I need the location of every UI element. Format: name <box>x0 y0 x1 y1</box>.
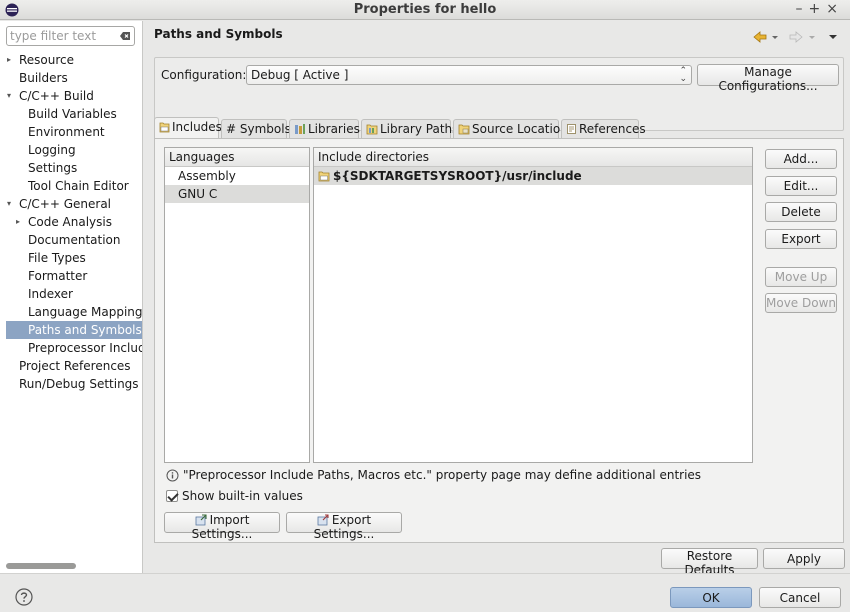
delete-button[interactable]: Delete <box>765 202 837 222</box>
help-icon[interactable] <box>15 588 33 606</box>
expand-arrow-icon[interactable]: ▸ <box>16 213 20 231</box>
tree-item-indexer[interactable]: Indexer <box>0 285 142 303</box>
collapse-arrow-icon[interactable]: ▾ <box>7 195 11 213</box>
tree-item-builders[interactable]: Builders <box>0 69 142 87</box>
include-directories-header: Include directories <box>314 148 752 167</box>
manage-configurations-button[interactable]: Manage Configurations... <box>697 64 839 93</box>
cancel-button[interactable]: Cancel <box>759 587 841 608</box>
libraries-icon <box>295 124 305 134</box>
title-bar: Properties for hello –+× <box>0 0 850 20</box>
tree-item-preprocessor-include[interactable]: Preprocessor Include <box>0 339 142 357</box>
tree-item-build-variables[interactable]: Build Variables <box>0 105 142 123</box>
close-icon[interactable]: × <box>826 1 844 17</box>
show-builtin-checkbox-row[interactable]: Show built-in values <box>166 489 303 503</box>
tab-library-paths[interactable]: Library Paths <box>361 119 458 139</box>
show-builtin-label: Show built-in values <box>182 489 303 503</box>
tree-item-documentation[interactable]: Documentation <box>0 231 142 249</box>
include-directories-list[interactable]: Include directories ${SDKTARGETSYSROOT}/… <box>313 147 753 463</box>
history-nav <box>753 31 837 43</box>
tree-item-tool-chain-editor[interactable]: Tool Chain Editor <box>0 177 142 195</box>
tree-item-project-references[interactable]: Project References <box>0 357 142 375</box>
apply-button[interactable]: Apply <box>763 548 845 569</box>
languages-header: Languages <box>165 148 309 167</box>
maximize-icon[interactable]: + <box>809 1 827 17</box>
back-menu-chevron-icon[interactable] <box>772 36 778 39</box>
window-title: Properties for hello <box>353 2 497 17</box>
dialog-button-bar: OK Cancel <box>0 573 850 612</box>
edit-button[interactable]: Edit... <box>765 176 837 196</box>
tree-item-cpp-build[interactable]: ▾ C/C++ Build <box>0 87 142 105</box>
includes-folder-icon <box>159 122 170 133</box>
language-item-assembly[interactable]: Assembly <box>165 167 309 185</box>
window-controls[interactable]: –+× <box>796 1 844 17</box>
select-updown-icon: ⌃ ⌄ <box>679 66 687 84</box>
export-button[interactable]: Export <box>765 229 837 249</box>
tree-item-file-types[interactable]: File Types <box>0 249 142 267</box>
tab-libraries[interactable]: Libraries <box>289 119 360 139</box>
tree-item-resource[interactable]: ▸ Resource <box>0 51 142 69</box>
languages-list[interactable]: Languages Assembly GNU C <box>164 147 310 463</box>
tab-references[interactable]: References <box>561 119 646 139</box>
tree-item-formatter[interactable]: Formatter <box>0 267 142 285</box>
includes-tab-content: Languages Assembly GNU C Include directo… <box>154 138 844 543</box>
filter-box[interactable] <box>6 26 135 46</box>
filter-input[interactable] <box>7 27 112 45</box>
import-settings-button[interactable]: Import Settings... <box>164 512 280 541</box>
ok-button[interactable]: OK <box>670 587 752 608</box>
tree-item-run-debug-settings[interactable]: Run/Debug Settings <box>0 375 142 393</box>
move-up-button[interactable]: Move Up <box>765 267 837 287</box>
configuration-value: Debug [ Active ] <box>251 68 349 82</box>
info-message: "Preprocessor Include Paths, Macros etc.… <box>166 468 701 482</box>
clear-filter-icon[interactable] <box>119 30 131 42</box>
tree-item-settings[interactable]: Settings <box>0 159 142 177</box>
tree-item-paths-and-symbols[interactable]: Paths and Symbols <box>6 321 142 339</box>
tree-item-logging[interactable]: Logging <box>0 141 142 159</box>
page-title: Paths and Symbols <box>154 27 283 41</box>
language-item-gnu-c[interactable]: GNU C <box>165 185 309 203</box>
tab-strip: Includes # Symbols Libraries Library Pat… <box>154 117 844 139</box>
add-button[interactable]: Add... <box>765 149 837 169</box>
tab-source-location[interactable]: Source Location <box>453 119 568 139</box>
include-folder-icon <box>318 171 330 182</box>
export-icon <box>317 514 329 526</box>
import-icon <box>195 514 207 526</box>
tree-item-code-analysis[interactable]: ▸ Code Analysis <box>0 213 142 231</box>
view-menu-icon[interactable] <box>829 35 837 39</box>
info-icon <box>166 469 179 482</box>
expand-arrow-icon[interactable]: ▸ <box>7 51 11 69</box>
back-icon[interactable] <box>753 31 767 43</box>
restore-defaults-button[interactable]: Restore Defaults <box>661 548 758 577</box>
horizontal-scrollbar[interactable] <box>6 563 76 569</box>
tree-item-cpp-general[interactable]: ▾ C/C++ General <box>0 195 142 213</box>
property-tree: ▸ Resource Builders ▾ C/C++ Build Build Va… <box>0 51 142 393</box>
left-nav-panel: ▸Resource Builders ▾C/C++ Build Build Va… <box>0 21 143 573</box>
tree-item-language-mappings[interactable]: Language Mappings <box>0 303 142 321</box>
show-builtin-checkbox[interactable] <box>166 490 178 502</box>
minimize-icon[interactable]: – <box>796 1 809 17</box>
forward-menu-chevron-icon[interactable] <box>809 36 815 39</box>
forward-icon[interactable] <box>789 31 803 43</box>
include-directory-item[interactable]: ${SDKTARGETSYSROOT}/usr/include <box>314 167 752 185</box>
references-icon <box>567 124 576 134</box>
properties-page: Paths and Symbols Configuration: Debug [… <box>144 21 850 577</box>
collapse-arrow-icon[interactable]: ▾ <box>7 87 11 105</box>
configuration-label: Configuration: <box>161 68 247 82</box>
source-folder-icon <box>458 124 470 135</box>
tab-includes[interactable]: Includes <box>154 117 222 139</box>
tab-symbols[interactable]: # Symbols <box>221 119 291 139</box>
library-paths-icon <box>366 124 378 135</box>
export-settings-button[interactable]: Export Settings... <box>286 512 402 541</box>
configuration-select[interactable]: Debug [ Active ] ⌃ ⌄ <box>246 65 692 85</box>
move-down-button[interactable]: Move Down <box>765 293 837 313</box>
tree-item-environment[interactable]: Environment <box>0 123 142 141</box>
